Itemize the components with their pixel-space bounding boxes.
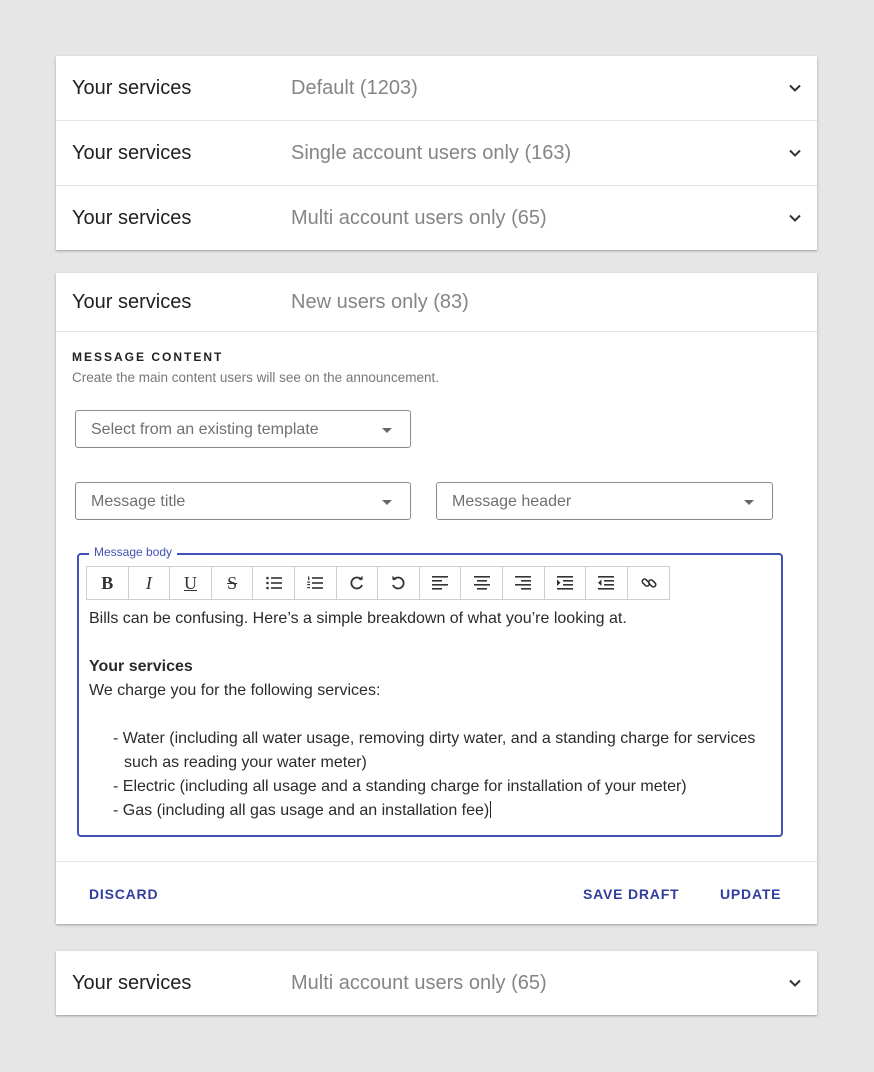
indent-icon [556, 576, 573, 590]
bold-icon: B [101, 572, 114, 593]
row-title: Your services [72, 76, 192, 99]
undo-icon [392, 575, 405, 590]
bulleted-list-button[interactable] [253, 567, 295, 599]
chevron-down-icon[interactable] [787, 210, 803, 226]
italic-button[interactable]: I [129, 567, 171, 599]
template-select[interactable]: Select from an existing template [75, 410, 411, 448]
numbered-list-button[interactable] [295, 567, 337, 599]
chevron-down-icon[interactable] [787, 145, 803, 161]
accordion-row-single-account[interactable]: Your services Single account users only … [56, 121, 817, 186]
section-description: Create the main content users will see o… [72, 370, 439, 385]
section-label: MESSAGE CONTENT [72, 350, 224, 364]
redo-button[interactable] [337, 567, 379, 599]
undo-button[interactable] [378, 567, 420, 599]
align-center-icon [473, 576, 490, 590]
list-item: - Electric (including all usage and a st… [113, 778, 687, 795]
align-center-button[interactable] [461, 567, 503, 599]
dropdown-arrow-icon [382, 500, 392, 505]
text-cursor [490, 801, 492, 818]
message-title-select[interactable]: Message title [75, 482, 411, 520]
list-item: - Water (including all water usage, remo… [113, 730, 756, 771]
save-draft-button[interactable]: SAVE DRAFT [583, 886, 679, 902]
chevron-down-icon[interactable] [787, 80, 803, 96]
redo-icon [350, 575, 363, 590]
align-right-button[interactable] [503, 567, 545, 599]
row-subtitle: Default (1203) [291, 76, 418, 99]
editor-label: Message body [89, 545, 178, 559]
services-list: - Water (including all water usage, remo… [89, 727, 769, 823]
message-header-placeholder: Message header [452, 493, 572, 510]
template-select-placeholder: Select from an existing template [91, 421, 319, 438]
row-subtitle: Single account users only (163) [291, 141, 572, 164]
message-body-editor[interactable]: Message body B I U S Bills can be confus… [77, 545, 783, 837]
list-item-text: - Gas (including all gas usage and an in… [113, 802, 490, 819]
accordion-row-default[interactable]: Your services Default (1203) [56, 56, 817, 121]
row-subtitle: New users only (83) [291, 291, 469, 313]
row-subtitle: Multi account users only (65) [291, 971, 547, 994]
row-title: Your services [72, 141, 192, 164]
row-subtitle: Multi account users only (65) [291, 206, 547, 229]
row-title: Your services [72, 971, 192, 994]
accordion-group-top: Your services Default (1203) Your servic… [56, 56, 817, 250]
outdent-icon [598, 576, 615, 590]
dropdown-arrow-icon [744, 500, 754, 505]
message-title-placeholder: Message title [91, 493, 186, 510]
accordion-panel-new-users: Your services New users only (83) MESSAG… [56, 273, 817, 924]
align-right-icon [515, 576, 532, 590]
panel-actions: DISCARD SAVE DRAFT UPDATE [56, 861, 817, 925]
align-left-icon [432, 576, 449, 590]
link-icon [641, 578, 657, 588]
underline-button[interactable]: U [170, 567, 212, 599]
bulleted-list-icon [265, 576, 282, 590]
indent-button[interactable] [545, 567, 587, 599]
editor-content[interactable]: Bills can be confusing. Here’s a simple … [89, 607, 769, 823]
dropdown-arrow-icon [382, 428, 392, 433]
bold-button[interactable]: B [87, 567, 129, 599]
discard-button[interactable]: DISCARD [89, 886, 158, 902]
accordion-row-multi-account[interactable]: Your services Multi account users only (… [56, 186, 817, 250]
strikethrough-button[interactable]: S [212, 567, 254, 599]
lead-paragraph: We charge you for the following services… [89, 682, 381, 699]
align-left-button[interactable] [420, 567, 462, 599]
italic-icon: I [145, 572, 152, 593]
numbered-list-icon [307, 576, 324, 589]
list-item: - Gas (including all gas usage and an in… [113, 799, 769, 823]
row-title: Your services [72, 206, 192, 229]
editor-toolbar: B I U S [86, 566, 671, 600]
accordion-group-bottom: Your services Multi account users only (… [56, 951, 817, 1015]
update-button[interactable]: UPDATE [720, 886, 781, 902]
underline-icon: U [183, 572, 197, 593]
section-heading: Your services [89, 658, 193, 675]
outdent-button[interactable] [586, 567, 628, 599]
accordion-row-multi-account[interactable]: Your services Multi account users only (… [56, 951, 817, 1015]
accordion-row-new-users[interactable]: Your services New users only (83) [56, 273, 817, 332]
message-header-select[interactable]: Message header [436, 482, 773, 520]
row-title: Your services [72, 291, 192, 313]
intro-paragraph: Bills can be confusing. Here’s a simple … [89, 610, 627, 627]
chevron-down-icon[interactable] [787, 975, 803, 991]
strikethrough-icon: S [227, 572, 238, 593]
link-button[interactable] [628, 567, 670, 599]
